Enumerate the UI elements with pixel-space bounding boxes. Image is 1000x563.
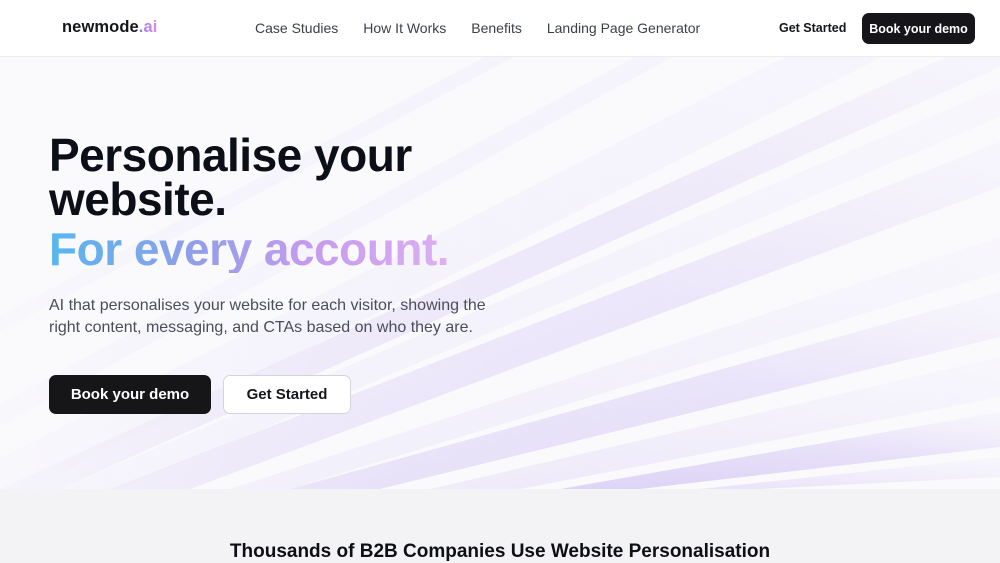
- nav-links: Case Studies How It Works Benefits Landi…: [255, 20, 725, 36]
- nav-get-started-link[interactable]: Get Started: [779, 21, 846, 35]
- hero-title-line-1: Personalise your: [49, 129, 412, 181]
- hero-book-demo-button[interactable]: Book your demo: [49, 375, 211, 414]
- logo-text: newmode: [62, 18, 139, 36]
- nav-link-how-it-works[interactable]: How It Works: [363, 20, 446, 36]
- hero-get-started-button[interactable]: Get Started: [223, 375, 351, 414]
- companies-section: Thousands of B2B Companies Use Website P…: [0, 489, 1000, 563]
- hero-title-line-2: website.: [49, 173, 227, 225]
- hero-title: Personalise your website.: [49, 129, 412, 225]
- nav-link-case-studies[interactable]: Case Studies: [255, 20, 338, 36]
- nav-link-landing-page-generator[interactable]: Landing Page Generator: [547, 20, 700, 36]
- top-nav: newmode.ai Case Studies How It Works Ben…: [0, 0, 1000, 57]
- hero-subtitle: AI that personalises your website for ea…: [49, 297, 486, 336]
- logo[interactable]: newmode.ai: [62, 18, 157, 37]
- logo-suffix: .ai: [138, 18, 158, 36]
- nav-book-demo-button[interactable]: Book your demo: [862, 13, 975, 44]
- companies-section-title: Thousands of B2B Companies Use Website P…: [229, 541, 771, 562]
- hero-section: Personalise your website. For every acco…: [0, 57, 1000, 489]
- hero-accent-heading: For every account.: [49, 223, 450, 275]
- nav-link-benefits[interactable]: Benefits: [471, 20, 522, 36]
